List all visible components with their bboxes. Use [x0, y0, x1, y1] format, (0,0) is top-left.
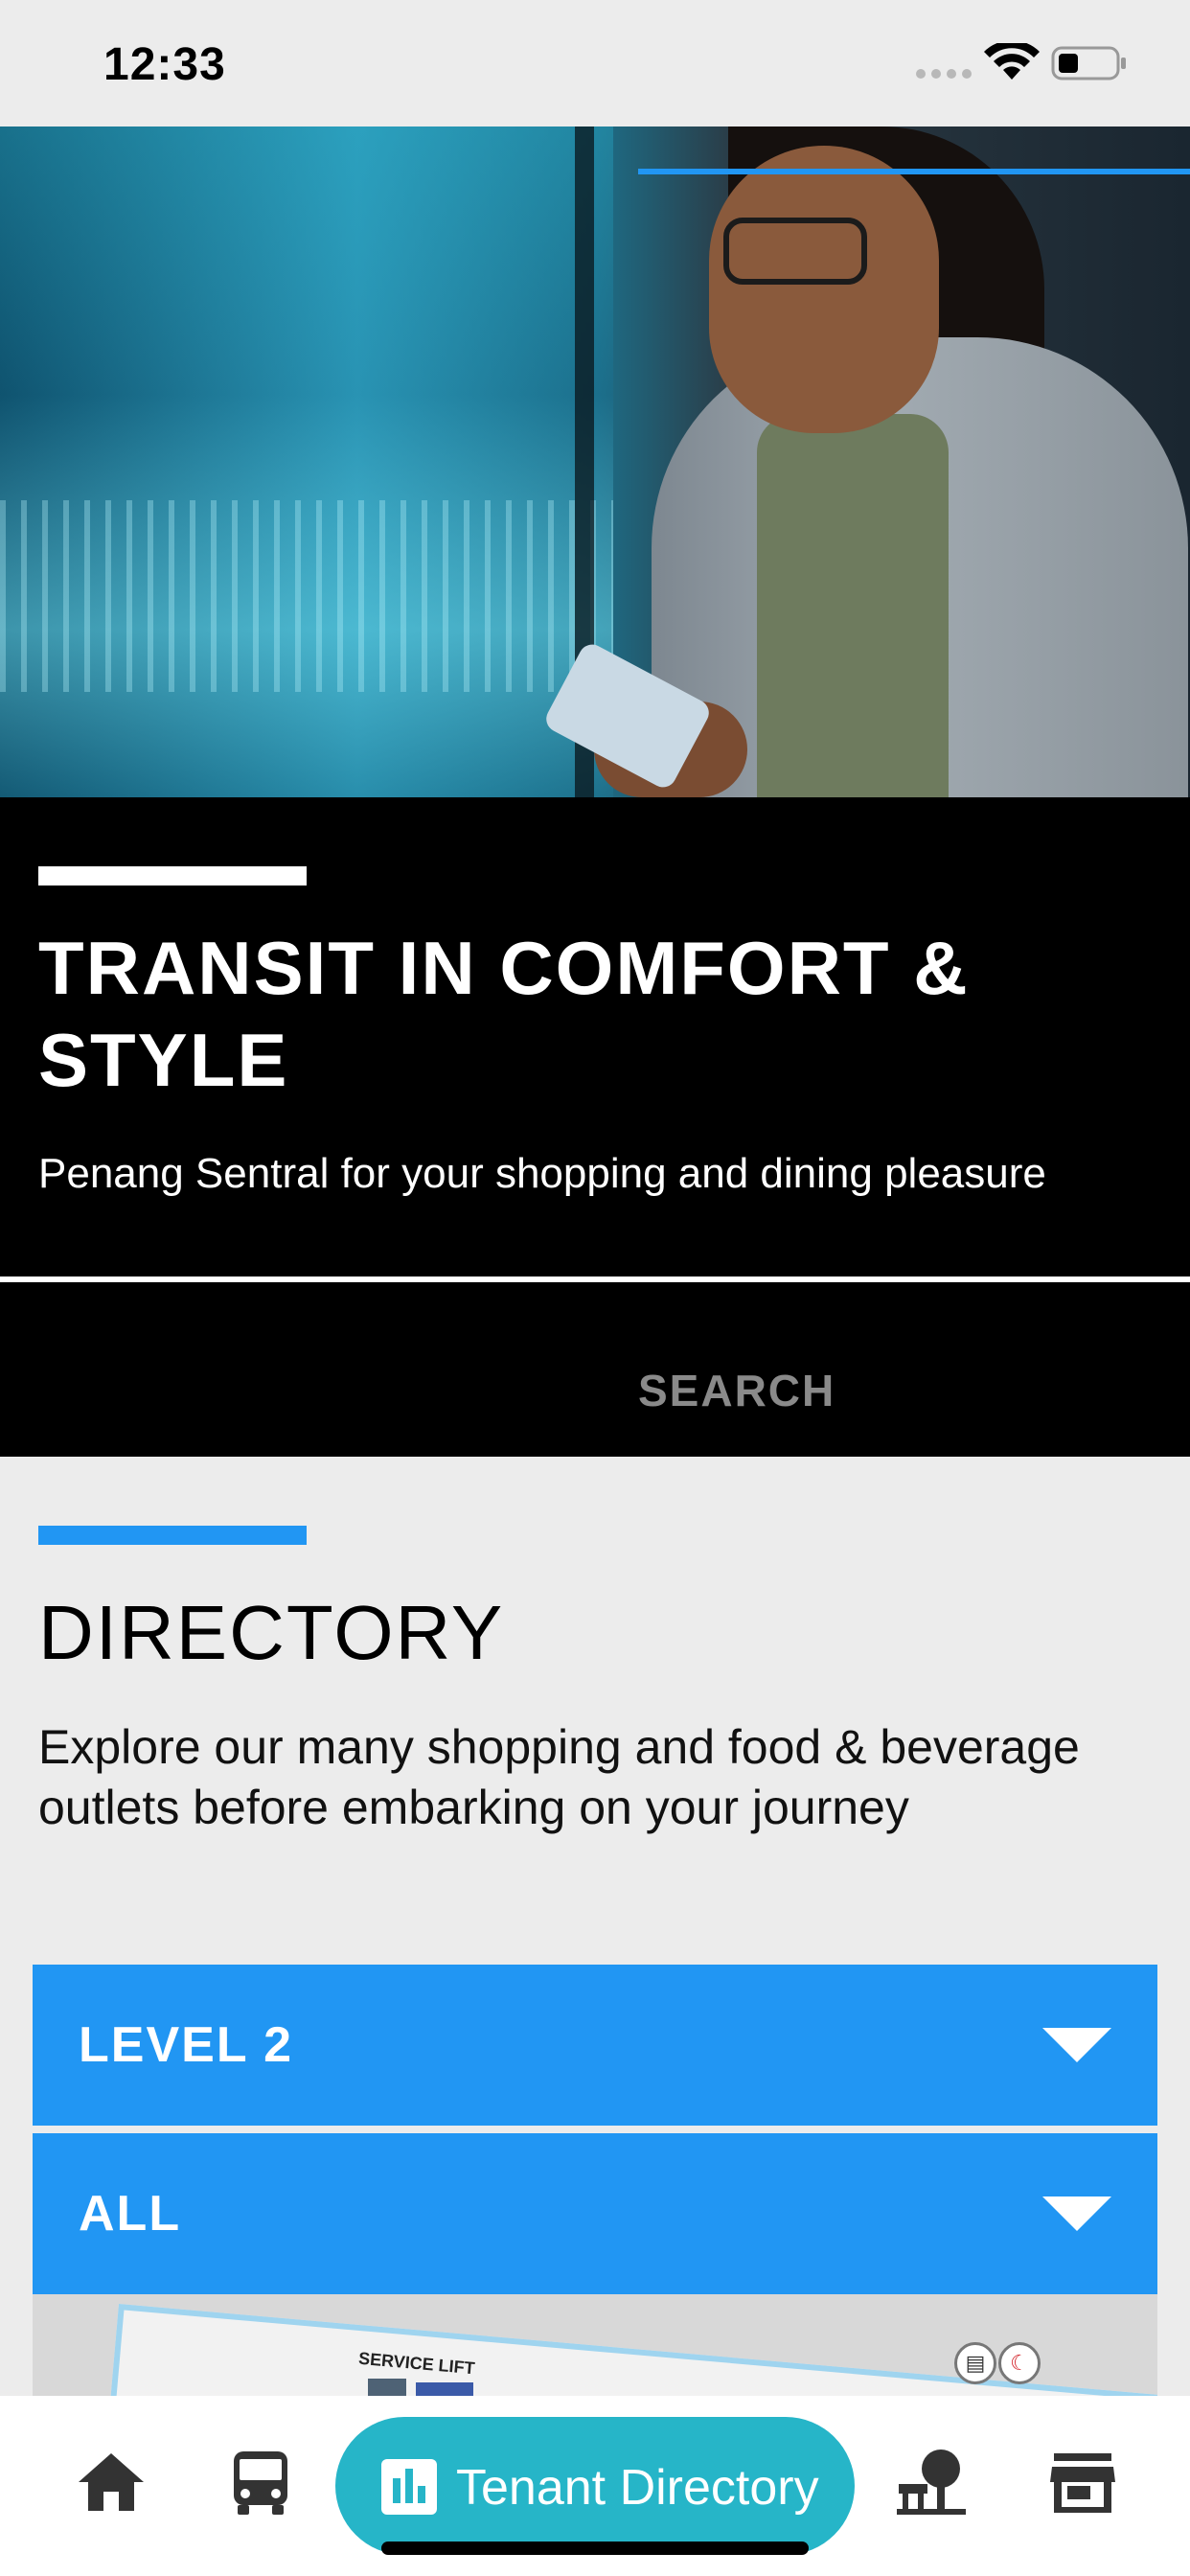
battery-icon	[1051, 46, 1126, 80]
directory-title: DIRECTORY	[38, 1590, 505, 1675]
directory-rule	[38, 1526, 307, 1545]
tab-active-indicator	[638, 169, 1190, 174]
directory-description: Explore our many shopping and food & bev…	[38, 1720, 1080, 1834]
bus-icon[interactable]	[222, 2444, 299, 2520]
park-icon[interactable]	[893, 2444, 970, 2520]
tab-search-label: SEARCH	[638, 1366, 836, 1415]
hero-image	[0, 126, 1190, 797]
signal-icon	[916, 69, 972, 79]
store-icon[interactable]	[1044, 2444, 1121, 2520]
atm-pin-icon[interactable]: ▤	[954, 2342, 996, 2384]
status-time: 12:33	[103, 39, 226, 90]
tab-search[interactable]: SEARCH	[638, 1282, 1190, 1457]
tenant-directory-icon	[381, 2459, 437, 2515]
chevron-down-icon	[1042, 2028, 1111, 2062]
banner-title: TRANSIT IN COMFORT & STYLE	[38, 926, 970, 1102]
level-dropdown[interactable]: LEVEL 2	[33, 1965, 1157, 2126]
status-bar: 12:33	[0, 0, 1190, 126]
category-dropdown-label: ALL	[79, 2186, 182, 2242]
chevron-down-icon	[1042, 2196, 1111, 2231]
floor-map[interactable]: SERVICE LIFT ▤ ☾	[33, 2294, 1157, 2400]
tenant-directory-label: Tenant Directory	[456, 2460, 819, 2516]
banner-rule	[38, 866, 307, 886]
home-indicator	[381, 2542, 809, 2555]
first-aid-pin-icon[interactable]: ☾	[998, 2342, 1041, 2384]
tenant-directory-button[interactable]: Tenant Directory	[335, 2417, 855, 2555]
banner-subtitle: Penang Sentral for your shopping and din…	[38, 1150, 1046, 1197]
bottom-nav: Tenant Directory	[0, 2396, 1190, 2576]
wifi-icon	[984, 43, 1040, 80]
hero-banner: TRANSIT IN COMFORT & STYLE Penang Sentra…	[0, 797, 1190, 1276]
level-dropdown-label: LEVEL 2	[79, 2017, 294, 2073]
tab-strip: SEARCH	[0, 1282, 1190, 1457]
category-dropdown[interactable]: ALL	[33, 2133, 1157, 2294]
home-icon[interactable]	[73, 2444, 149, 2520]
